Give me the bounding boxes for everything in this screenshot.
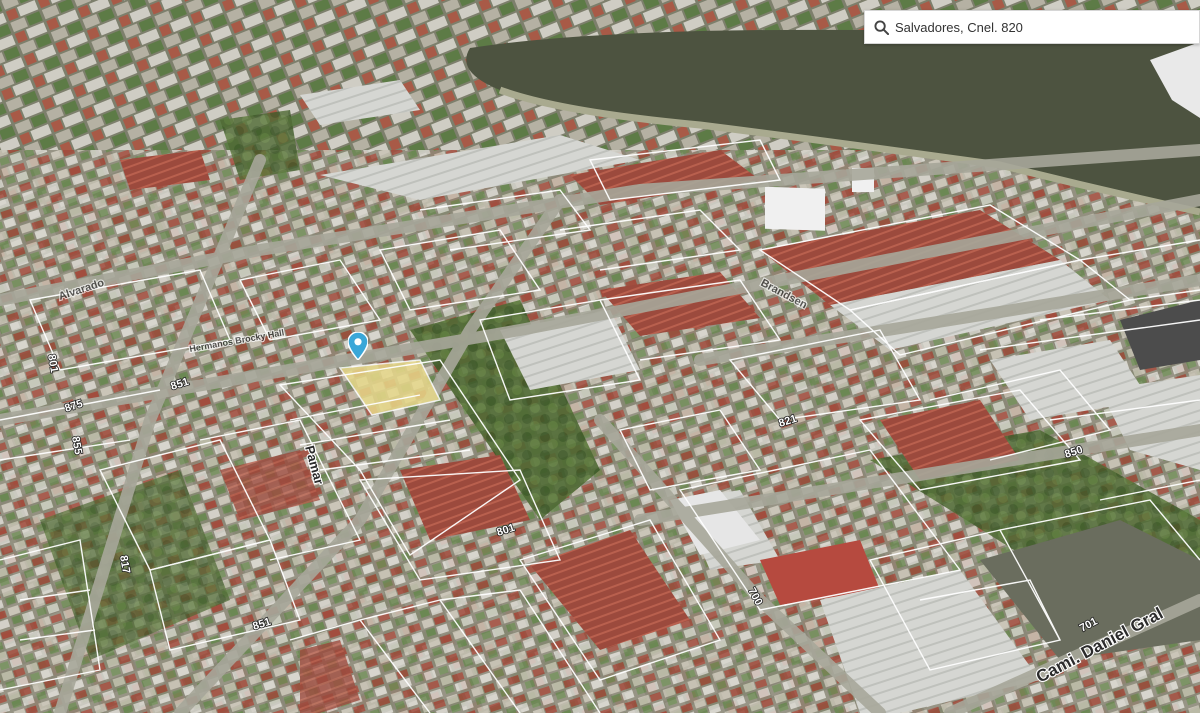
search-input[interactable] (895, 19, 1185, 35)
map-view[interactable]: Pamar Cami. Daniel Gral Brandsen Alvarad… (0, 0, 1200, 713)
search-icon[interactable] (873, 19, 889, 35)
search-bar[interactable] (864, 10, 1200, 44)
aerial-map[interactable]: Pamar Cami. Daniel Gral Brandsen Alvarad… (0, 0, 1200, 713)
location-pin-icon[interactable] (347, 331, 369, 362)
